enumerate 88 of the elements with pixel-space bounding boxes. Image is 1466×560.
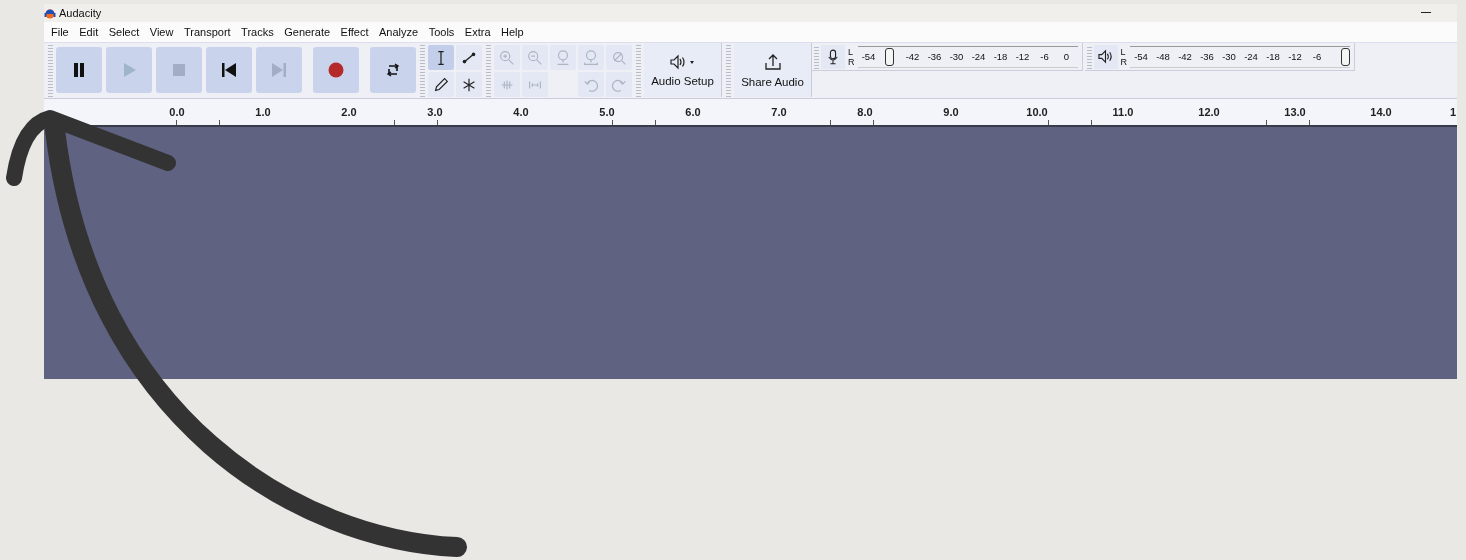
menu-item[interactable]: Effect (335, 26, 374, 38)
zoom-out-icon (526, 48, 544, 67)
scale-label: -36 (1200, 51, 1214, 62)
channel-label: L (848, 46, 854, 57)
time-label: 14.0 (1370, 106, 1392, 118)
toolbar-grip[interactable] (48, 45, 53, 97)
select-tool-button[interactable] (428, 45, 454, 70)
time-label: 1.0 (255, 106, 271, 118)
menu-item[interactable]: Transport (178, 26, 237, 38)
menu-item[interactable]: File (46, 26, 75, 38)
meter-scale[interactable]: -54 -48 -42 -36 -30 -24 -18 -12 -6 (1130, 45, 1350, 68)
skip-to-end-icon (269, 60, 289, 80)
channel-label: R (1120, 56, 1127, 67)
scale-label: -6 (1040, 51, 1049, 62)
menu-item[interactable]: View (144, 26, 179, 38)
time-label: 3.0 (427, 106, 443, 118)
audio-setup-button[interactable]: Audio Setup (644, 43, 722, 97)
skip-to-start-icon (219, 60, 239, 80)
scale-label: -18 (1266, 51, 1280, 62)
envelope-tool-button[interactable] (456, 45, 482, 70)
speaker-icon (1097, 49, 1114, 64)
time-label: 10.0 (1026, 106, 1048, 118)
meter-slider-thumb[interactable] (884, 47, 894, 66)
menu-item[interactable]: Extra (459, 26, 497, 38)
toolbar-grip[interactable] (814, 46, 819, 69)
toolbar-grip[interactable] (420, 45, 425, 97)
multi-tool-button[interactable] (456, 72, 482, 97)
microphone-icon (827, 48, 839, 65)
time-label: 13.0 (1284, 106, 1306, 118)
magnifier-icon (582, 48, 600, 67)
scale-label: -54 (861, 51, 876, 62)
time-label: 2.0 (341, 106, 357, 118)
scale-label: 0 (1063, 51, 1070, 62)
loop-button[interactable] (370, 47, 416, 93)
time-label: 6.0 (685, 106, 701, 118)
scale-label: -24 (1244, 51, 1258, 62)
channel-label: R (848, 56, 855, 67)
scale-label: -12 (1288, 51, 1302, 62)
app-logo-icon (44, 7, 56, 19)
share-audio-button[interactable]: Share Audio (734, 43, 812, 97)
time-label: 8.0 (857, 106, 873, 118)
record-button[interactable] (313, 47, 359, 93)
scale-label: -18 (993, 51, 1008, 62)
scale-label: -42 (1178, 51, 1192, 62)
time-label: 11.0 (1112, 106, 1134, 118)
record-meter-button[interactable] (821, 44, 845, 69)
zoom-in-icon (498, 48, 516, 67)
scale-label: -42 (905, 51, 920, 62)
toolbar-grip[interactable] (726, 45, 731, 97)
menu-item[interactable]: Edit (74, 26, 104, 38)
timeline-ruler[interactable]: 0.0 1.0 2.0 3.0 4.0 5.0 6.0 7.0 8.0 9.0 10.0 11.0 12.0 13.0 14.0 1 (44, 99, 1457, 127)
playback-meter-button[interactable] (1093, 44, 1118, 69)
skip-start-button[interactable] (206, 47, 252, 93)
pencil-icon (432, 75, 450, 94)
upload-icon (762, 52, 783, 71)
scale-label: -6 (1312, 51, 1322, 62)
meter-slider-thumb[interactable] (1341, 47, 1350, 66)
scale-label: -48 (1156, 51, 1170, 62)
time-label: 7.0 (771, 106, 787, 118)
scale-label: -24 (971, 51, 986, 62)
scale-label: -36 (927, 51, 942, 62)
minimize-icon (1421, 12, 1431, 14)
time-label: 4.0 (513, 106, 529, 118)
scale-label: -12 (1015, 51, 1030, 62)
menu-item[interactable]: Select (103, 26, 145, 38)
toolbar-grip[interactable] (1086, 46, 1092, 69)
menu-item[interactable]: Analyze (374, 26, 424, 38)
window-title: Audacity (59, 7, 102, 19)
time-label: 1 (1450, 106, 1457, 118)
scale-label: -30 (949, 51, 964, 62)
pause-button[interactable] (56, 47, 102, 93)
record-icon (326, 60, 346, 80)
menu-item[interactable]: Tracks (236, 26, 280, 38)
menu-item[interactable]: Generate (279, 26, 336, 38)
time-label: 0.0 (169, 106, 185, 118)
scale-label: -30 (1222, 51, 1236, 62)
time-label: 5.0 (599, 106, 615, 118)
time-label: 12.0 (1198, 106, 1220, 118)
toolbar-grip[interactable] (486, 45, 491, 97)
channel-label: L (1120, 46, 1127, 57)
time-label: 9.0 (943, 106, 959, 118)
draw-tool-button[interactable] (428, 72, 454, 97)
menu-item[interactable]: Help (496, 26, 530, 38)
scale-label: -54 (1134, 51, 1148, 62)
toolbar-grip[interactable] (636, 45, 641, 97)
speaker-dropdown-icon (668, 53, 697, 70)
menu-item[interactable]: Tools (423, 26, 460, 38)
meter-scale[interactable]: -54 -42 -36 -30 -24 -18 -12 -6 0 (857, 45, 1078, 68)
